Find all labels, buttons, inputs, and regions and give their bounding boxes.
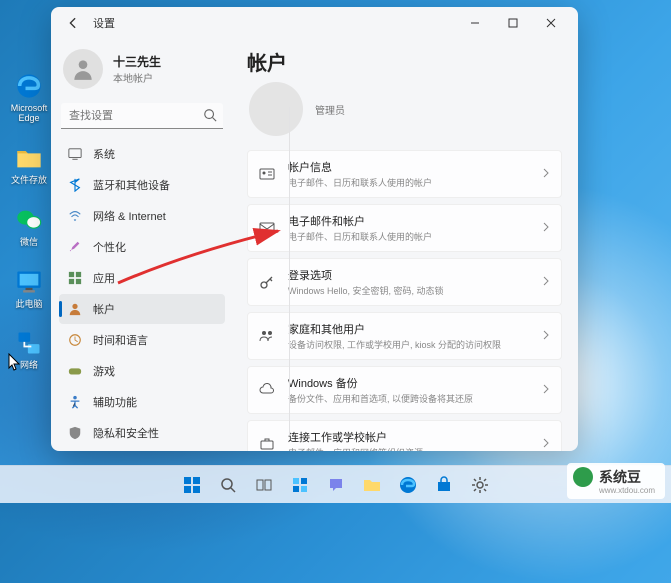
desktop-icon-wechat[interactable]: 微信: [8, 204, 50, 248]
card-account-info[interactable]: 帐户信息电子邮件、日历和联系人使用的帐户: [247, 150, 562, 198]
watermark: 系统豆 www.xtdou.com: [567, 463, 665, 499]
hero-role: 管理员: [315, 102, 345, 117]
taskbar-explorer[interactable]: [356, 469, 388, 501]
search-input[interactable]: [61, 103, 223, 129]
apps-icon: [67, 270, 83, 286]
search-box[interactable]: [61, 103, 223, 129]
nav-system[interactable]: 系统: [59, 139, 225, 169]
chevron-right-icon: [541, 435, 551, 451]
brush-icon: [67, 239, 83, 255]
card-backup[interactable]: Windows 备份备份文件、应用和首选项, 以便跨设备将其还原: [247, 366, 562, 414]
chevron-right-icon: [541, 219, 551, 237]
shield-icon: [67, 425, 83, 441]
minimize-button[interactable]: [456, 9, 494, 37]
nav-apps[interactable]: 应用: [59, 263, 225, 293]
person-icon: [67, 301, 83, 317]
user-name: 十三先生: [113, 53, 161, 70]
start-button[interactable]: [176, 469, 208, 501]
nav-bluetooth[interactable]: 蓝牙和其他设备: [59, 170, 225, 200]
desktop-icon-folder[interactable]: 文件存放: [8, 142, 50, 186]
content-area: 帐户 管理员 帐户信息电子邮件、日历和联系人使用的帐户 电子邮件和帐户电子邮件、…: [233, 39, 578, 451]
sidebar: 十三先生 本地帐户 系统 蓝牙和其他设备 网络 & Internet 个性化 应…: [51, 39, 233, 451]
folder-icon: [13, 142, 45, 174]
taskbar-search[interactable]: [212, 469, 244, 501]
maximize-button[interactable]: [494, 9, 532, 37]
taskbar-settings[interactable]: [464, 469, 496, 501]
titlebar: 设置: [51, 7, 578, 39]
chevron-right-icon: [541, 165, 551, 183]
nav-time[interactable]: 时间和语言: [59, 325, 225, 355]
system-icon: [67, 146, 83, 162]
nav-accessibility[interactable]: 辅助功能: [59, 387, 225, 417]
window-title: 设置: [93, 15, 115, 31]
close-button[interactable]: [532, 9, 570, 37]
wifi-icon: [67, 208, 83, 224]
avatar: [63, 49, 103, 89]
nav-accounts[interactable]: 帐户: [59, 294, 225, 324]
edge-icon: [13, 70, 45, 102]
chevron-right-icon: [541, 273, 551, 291]
taskbar-widgets[interactable]: [284, 469, 316, 501]
clock-icon: [67, 332, 83, 348]
page-heading: 帐户: [247, 47, 562, 76]
key-icon: [258, 273, 276, 291]
nav-update[interactable]: Windows 更新: [59, 449, 225, 451]
back-button[interactable]: [59, 9, 87, 37]
gamepad-icon: [67, 363, 83, 379]
monitor-icon: [13, 266, 45, 298]
wechat-icon: [13, 204, 45, 236]
bluetooth-icon: [67, 177, 83, 193]
card-family[interactable]: 家庭和其他用户设备访问权限, 工作或学校用户, kiosk 分配的访问权限: [247, 312, 562, 360]
settings-window: 设置 十三先生 本地帐户 系统 蓝牙和其他设备 网络 & Inter: [51, 7, 578, 451]
user-block[interactable]: 十三先生 本地帐户: [59, 43, 225, 101]
hero-avatar: [249, 82, 303, 136]
nav-privacy[interactable]: 隐私和安全性: [59, 418, 225, 448]
desktop-icon-thispc[interactable]: 此电脑: [8, 266, 50, 310]
divider: [289, 107, 290, 435]
user-type: 本地帐户: [113, 70, 161, 85]
account-hero: 管理员: [247, 82, 562, 136]
people-icon: [258, 327, 276, 345]
taskbar-taskview[interactable]: [248, 469, 280, 501]
card-work-school[interactable]: 连接工作或学校帐户电子邮件、应用和网络等组织资源: [247, 420, 562, 451]
briefcase-icon: [258, 435, 276, 451]
taskbar-chat[interactable]: [320, 469, 352, 501]
card-email-accounts[interactable]: 电子邮件和帐户电子邮件、日历和联系人使用的帐户: [247, 204, 562, 252]
taskbar-store[interactable]: [428, 469, 460, 501]
id-card-icon: [258, 165, 276, 183]
nav-network[interactable]: 网络 & Internet: [59, 201, 225, 231]
taskbar-edge[interactable]: [392, 469, 424, 501]
mail-icon: [258, 219, 276, 237]
cloud-icon: [258, 381, 276, 399]
desktop-icon-edge[interactable]: Microsoft Edge: [8, 70, 50, 124]
chevron-right-icon: [541, 327, 551, 345]
accessibility-icon: [67, 394, 83, 410]
search-icon: [203, 108, 217, 127]
card-signin-options[interactable]: 登录选项Windows Hello, 安全密钥, 密码, 动态锁: [247, 258, 562, 306]
chevron-right-icon: [541, 381, 551, 399]
nav-personalization[interactable]: 个性化: [59, 232, 225, 262]
nav-gaming[interactable]: 游戏: [59, 356, 225, 386]
cursor-icon: [8, 353, 22, 371]
